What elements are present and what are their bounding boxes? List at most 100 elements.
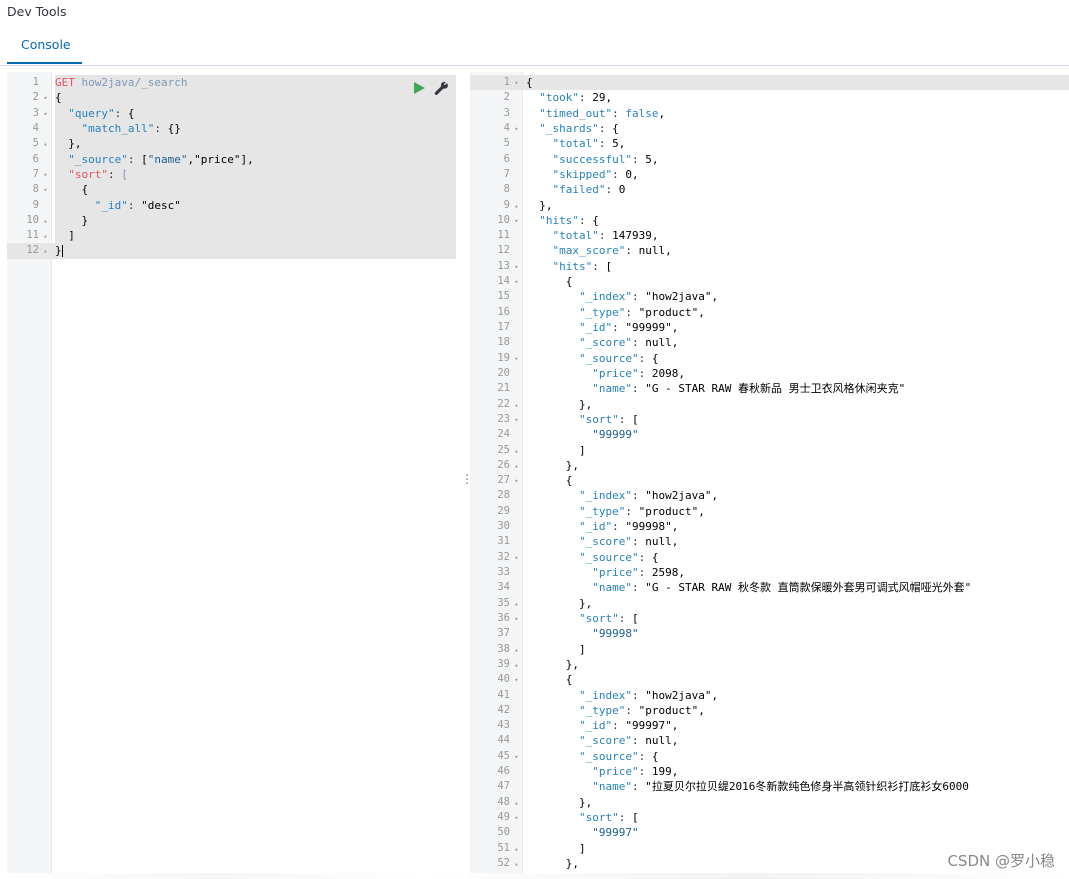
line-number: 3 ▾ [32, 106, 48, 119]
wrench-icon[interactable] [434, 81, 448, 97]
line-number: 10 ▾ [497, 213, 519, 226]
response-line: 20 "price": 2098, [470, 366, 1069, 381]
response-line: 25 ▴ ] [470, 443, 1069, 458]
line-number: 28 [497, 489, 510, 502]
line-number: 1 ▾ [503, 76, 519, 88]
response-line: 15 "_index": "how2java", [470, 289, 1069, 304]
response-line: 3 "timed_out": false, [470, 106, 1069, 121]
line-number: 51 ▴ [497, 841, 519, 854]
line-number: 8 [503, 183, 510, 196]
line-number: 20 [497, 366, 510, 379]
line-number: 25 ▴ [497, 443, 519, 456]
response-line: 5 "total": 5, [470, 136, 1069, 151]
line-number: 38 ▴ [497, 642, 519, 655]
code-text: "hits": [ [552, 259, 613, 273]
bottom-strip [0, 873, 1069, 879]
line-number: 11 [497, 229, 510, 242]
code-text: "_id": "99997", [578, 719, 679, 733]
response-line: 28 "_index": "how2java", [470, 488, 1069, 503]
request-lines[interactable]: 1 GET how2java/_search 2 ▾{3 ▾ "query": {4… [7, 75, 456, 259]
code-text: "_id": "99999", [578, 321, 679, 334]
response-line: 30 "_id": "99998", [470, 519, 1069, 534]
line-number: 18 [497, 336, 510, 349]
response-line: 27 ▾ { [470, 473, 1069, 488]
response-line: 13 ▾ "hits": [ [470, 259, 1069, 274]
play-icon[interactable] [414, 82, 425, 94]
line-number: 35 ▴ [497, 596, 519, 609]
line-number: 14 ▾ [497, 275, 519, 288]
code-text: "_score": null, [578, 734, 679, 748]
response-line: 36 ▾ "sort": [ [470, 611, 1069, 626]
response-line: 9 ▴ }, [470, 198, 1069, 213]
line-number: 17 [497, 321, 510, 333]
line-number: 12 [497, 244, 510, 257]
request-line: 2 ▾ { [7, 90, 456, 105]
response-line: 12 "max_score": null, [470, 243, 1069, 258]
code-text: } [55, 244, 63, 258]
response-line: 16 "_type": "product", [470, 305, 1069, 320]
request-editor[interactable]: 1 GET how2java/_search 2 ▾{3 ▾ "query": {4… [7, 72, 456, 879]
line-number: 22 ▴ [497, 397, 519, 410]
response-line: 26 ▴ }, [470, 458, 1069, 473]
code-text: "took": 29, [539, 91, 613, 105]
pane-resizer[interactable]: ⋮ [456, 66, 473, 879]
response-viewer[interactable]: 1 ▾{2 "took": 29, 3 "timed_out": false, 4 … [470, 72, 1069, 879]
response-line: 31 "_score": null, [470, 534, 1069, 549]
code-text: "timed_out": false, [539, 106, 666, 120]
watermark: CSDN @罗小稳 [947, 852, 1055, 870]
code-text: ] [526, 841, 586, 855]
code-text: "_source": { [578, 550, 659, 564]
line-number: 1 [32, 76, 39, 88]
code-text: "_id": "99998", [578, 520, 679, 534]
code-text: "_index": "how2java", [578, 489, 719, 503]
code-text: "sort": [ [578, 611, 639, 625]
request-line: 11 ▴ ] [7, 228, 456, 243]
line-number: 50 [497, 826, 510, 839]
code-text: { [526, 474, 573, 488]
code-text: "99997" [592, 826, 639, 840]
response-line: 48 ▴ }, [470, 795, 1069, 810]
code-text: }, [55, 137, 82, 151]
request-line: 7 ▾ "sort": [ [7, 167, 456, 182]
divider [0, 65, 1069, 66]
response-line: 32 ▾ "_source": { [470, 550, 1069, 565]
code-text: }, [526, 458, 579, 472]
response-line: 47 "name": "拉夏贝尔拉贝缇2016冬新款纯色修身半高领针织衫打底衫女… [470, 779, 1069, 794]
code-text: "max_score": null, [552, 244, 672, 258]
response-line: 50 "99997" [470, 825, 1069, 840]
response-line: 33 "price": 2598, [470, 565, 1069, 580]
code-text: "sort": [ [578, 811, 639, 824]
request-line: 12 ▴} [7, 243, 456, 259]
line-number: 11 ▴ [26, 229, 48, 242]
line-number: 31 [497, 535, 510, 548]
request-line: 6 "_source": ["name","price"], [7, 152, 456, 167]
code-text: ] [526, 642, 586, 656]
line-number: 29 [497, 504, 510, 517]
request-line: 4 "match_all": {} [7, 121, 456, 136]
line-number: 52 ▴ [497, 856, 519, 869]
line-number: 32 ▾ [497, 550, 519, 563]
line-number: 40 ▾ [497, 673, 519, 686]
code-text: "sort": [ [578, 412, 639, 426]
line-number: 7 ▾ [32, 167, 48, 180]
line-number: 5 [503, 137, 510, 150]
code-text: "price": 199, [592, 765, 679, 779]
line-number: 19 ▾ [497, 351, 519, 364]
code-text: "successful": 5, [552, 152, 659, 166]
code-text: "query": { [68, 106, 135, 120]
line-number: 26 ▴ [497, 458, 519, 471]
response-line: 14 ▾ { [470, 274, 1069, 289]
code-text: "_source": { [578, 351, 659, 365]
response-line: 23 ▾ "sort": [ [470, 412, 1069, 427]
line-number: 48 ▴ [497, 795, 519, 808]
line-number: 34 [497, 581, 510, 594]
code-text: "_source": ["name","price"], [68, 152, 254, 166]
response-lines: 1 ▾{2 "took": 29, 3 "timed_out": false, 4 … [470, 75, 1069, 871]
code-text: { [526, 76, 533, 89]
response-line: 39 ▴ }, [470, 657, 1069, 672]
code-text: { [526, 673, 573, 687]
request-line: 5 ▴ }, [7, 136, 456, 151]
line-number: 2 [503, 91, 510, 104]
tab-console[interactable]: Console [7, 30, 82, 64]
line-number: 5 ▴ [32, 137, 48, 150]
